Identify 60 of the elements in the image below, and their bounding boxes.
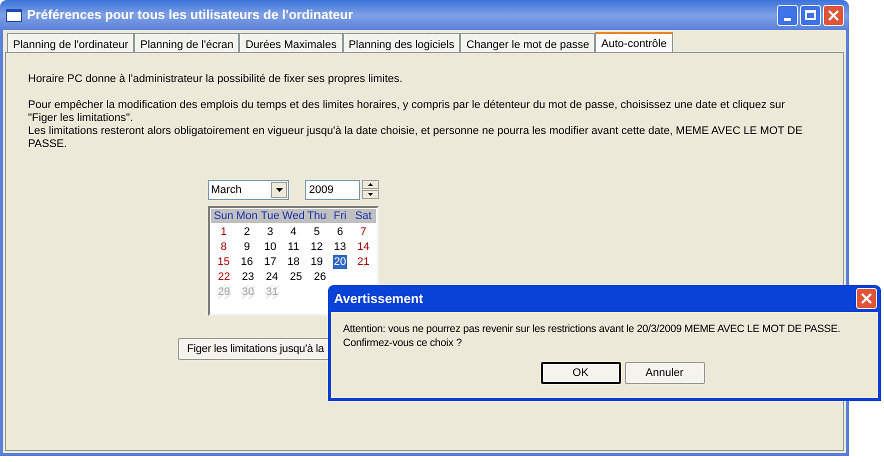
- calendar-day[interactable]: 22: [216, 270, 232, 284]
- calendar-day[interactable]: 9: [242, 240, 251, 254]
- tab[interactable]: Planning de l'ordinateur: [7, 33, 134, 52]
- calendar-day[interactable]: 2: [242, 224, 251, 238]
- calendar-day[interactable]: 1: [220, 224, 228, 238]
- close-button[interactable]: [823, 4, 844, 26]
- dialog-message: Attention: vous ne pourrez pas revenir sur les restrictions avant le 20/3/2009 MEME AVEC LE MOT DE PASSE.: [343, 322, 840, 336]
- calendar-day[interactable]: 26: [312, 270, 328, 284]
- calendar-day[interactable]: 7: [359, 224, 368, 238]
- calendar-day[interactable]: 17: [263, 254, 278, 268]
- calendar-day[interactable]: 10: [263, 240, 278, 254]
- tab[interactable]: Planning de l'écran: [134, 33, 240, 52]
- calendar-day[interactable]: 24: [264, 270, 280, 284]
- calendar-day[interactable]: 11: [286, 240, 300, 254]
- calendar-day[interactable]: 23: [240, 270, 256, 284]
- minimize-button[interactable]: [777, 4, 798, 26]
- calendar-day[interactable]: 3: [266, 224, 274, 238]
- weekday-label: Wed: [282, 208, 305, 224]
- calendar-day[interactable]: 16: [240, 254, 254, 268]
- tab[interactable]: Planning des logiciels: [342, 33, 460, 52]
- tab[interactable]: Durées Maximales: [239, 33, 343, 52]
- calendar-day[interactable]: 20: [332, 254, 348, 268]
- calendar-day[interactable]: 21: [356, 254, 370, 268]
- calendar-day[interactable]: 4: [289, 224, 298, 238]
- close-icon: [828, 10, 839, 20]
- calendar-day[interactable]: 5: [312, 224, 321, 238]
- calendar-day[interactable]: 12: [310, 240, 324, 254]
- weekday-label: Sun: [214, 208, 234, 224]
- intro-text: Horaire PC donne à l'administrateur la possibilité de fixer ses propres limites.: [28, 73, 404, 86]
- weekday-label: Sat: [355, 208, 372, 224]
- window-icon: [6, 8, 22, 22]
- close-icon: [861, 293, 872, 304]
- calendar-day[interactable]: 6: [336, 224, 344, 238]
- month-dropdown[interactable]: March: [208, 180, 289, 200]
- up-arrow-icon: [368, 183, 373, 186]
- window-title: Préférences pour tous les utilisateurs de l'ordinateur: [27, 6, 354, 24]
- calendar-day[interactable]: 13: [332, 240, 348, 254]
- weekday-label: Thu: [307, 208, 326, 224]
- spin-up-button[interactable]: [362, 180, 379, 189]
- close-button[interactable]: [856, 288, 877, 309]
- weekday-label: Mon: [236, 208, 258, 224]
- tab[interactable]: Auto-contrôle: [595, 32, 673, 53]
- tab[interactable]: Changer le mot de passe: [460, 33, 596, 52]
- dialog-button[interactable]: OK: [540, 362, 620, 384]
- calendar-day[interactable]: 18: [286, 254, 301, 268]
- info-paragraph: Les limitations resteront alors obligatoirement en vigueur jusqu'à la date choisie, et personne ne pourra les modifier avant cette date, MEME AVEC LE MOT DE PASSE.: [28, 125, 804, 151]
- calendar-day[interactable]: 19: [310, 254, 324, 268]
- dialog-title: Avertissement: [334, 290, 424, 308]
- weekday-label: Fri: [334, 208, 346, 224]
- calendar-day[interactable]: 8: [220, 240, 228, 254]
- down-arrow-icon: [368, 193, 373, 196]
- weekday-label: Tue: [260, 208, 280, 224]
- calendar-day[interactable]: 25: [288, 270, 304, 284]
- dialog-button[interactable]: Annuler: [624, 362, 704, 384]
- maximize-button[interactable]: [800, 4, 821, 26]
- spin-down-button[interactable]: [362, 190, 379, 199]
- calendar-day[interactable]: 15: [216, 254, 231, 268]
- calendar-day[interactable]: 14: [356, 240, 370, 254]
- info-paragraph: Pour empêcher la modification des emplois du temps et des limites horaires, y compris par le détenteur du mot de passe, choisissez une date et cliquez sur "Figer les limitations".: [28, 99, 786, 125]
- year-field[interactable]: 2009: [305, 180, 360, 200]
